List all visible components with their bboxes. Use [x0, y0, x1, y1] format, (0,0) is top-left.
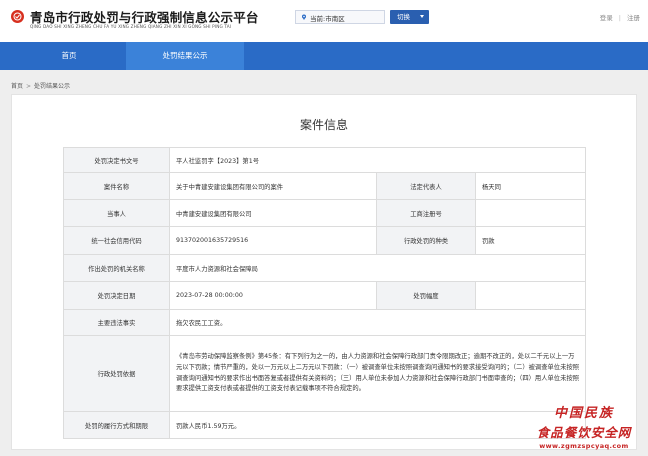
watermark-line2: 食品餐饮安全网: [536, 425, 632, 440]
table-row: 案件名称 关于中青建安建设集团有限公司的案件 法定代表人 杨天同: [63, 172, 587, 200]
penalty-type-label: 行政处罚的种类: [376, 226, 476, 255]
decision-date-value: 2023-07-28 00:00:00: [169, 281, 377, 310]
table-row: 行政处罚依据 《青岛市劳动保障监察条例》第45条：有下列行为之一的，由人力资源和…: [63, 335, 587, 412]
table-row: 处罚的履行方式和期限 罚款人民币1.59万元。: [63, 411, 587, 439]
case-info-table: 处罚决定书文号 平人社监罚字【2023】第1号 案件名称 关于中青建安建设集团有…: [63, 147, 587, 439]
location-display: 当前:市南区: [295, 10, 385, 24]
business-reg-value: [474, 199, 587, 227]
login-link[interactable]: 登录: [600, 14, 613, 22]
account-links: 登录 | 注册: [600, 12, 640, 22]
basis-value: 《青岛市劳动保障监察条例》第45条：有下列行为之一的，由人力资源和社会保障行政部…: [168, 335, 587, 412]
location-label: 当前:市南区: [310, 15, 345, 23]
case-info-card: 案件信息 处罚决定书文号 平人社监罚字【2023】第1号 案件名称 关于中青建安…: [11, 94, 637, 450]
site-logo-icon: [11, 10, 24, 23]
legal-rep-value: 杨天同: [474, 172, 587, 200]
nav-item-home[interactable]: 首页: [12, 42, 126, 70]
case-name-value: 关于中青建安建设集团有限公司的案件: [169, 172, 377, 200]
site-header: 青岛市行政处罚与行政强制信息公示平台 QING DAO SHI XING ZHE…: [0, 0, 648, 42]
basis-label: 行政处罚依据: [63, 335, 170, 412]
performance-label: 处罚的履行方式和期限: [63, 411, 170, 439]
table-row: 主要违法事实 拖欠农民工工资。: [63, 309, 587, 336]
table-row: 统一社会信用代码 913702001635729516 行政处罚的种类 罚款: [63, 226, 587, 255]
nav-item-penalty-results[interactable]: 处罚结果公示: [126, 42, 244, 70]
chevron-down-icon: [420, 15, 424, 18]
link-separator: |: [618, 14, 621, 22]
location-pin-icon: [302, 14, 306, 20]
breadcrumb-arrow-icon: >: [26, 83, 32, 90]
table-row: 处罚决定日期 2023-07-28 00:00:00 处罚幅度: [63, 281, 587, 310]
switch-location-button[interactable]: 切换: [390, 10, 429, 24]
breadcrumb: 首页 > 处罚结果公示: [11, 81, 70, 90]
legal-rep-label: 法定代表人: [376, 172, 476, 200]
penalty-type-value: 罚款: [474, 226, 587, 255]
authority-value: 平度市人力资源和社会保障局: [168, 254, 587, 282]
site-title-pinyin: QING DAO SHI XING ZHENG CHU FA YU XING Z…: [30, 24, 232, 29]
performance-value: 罚款人民币1.59万元。: [168, 411, 587, 439]
site-watermark: 中国民族 食品餐饮安全网 www.zgmzspcyaq.com: [528, 402, 640, 450]
table-row: 当事人 中青建安建设集团有限公司 工商注册号: [63, 199, 587, 227]
party-label: 当事人: [63, 199, 170, 227]
facts-value: 拖欠农民工工资。: [168, 309, 587, 336]
breadcrumb-current[interactable]: 处罚结果公示: [34, 83, 70, 90]
breadcrumb-home[interactable]: 首页: [11, 83, 23, 90]
case-info-title: 案件信息: [299, 118, 348, 132]
watermark-line1: 中国民族: [553, 406, 614, 421]
table-row: 处罚决定书文号 平人社监罚字【2023】第1号: [63, 147, 587, 173]
decision-no-label: 处罚决定书文号: [63, 147, 170, 173]
decision-date-label: 处罚决定日期: [63, 281, 170, 310]
authority-label: 作出处罚的机关名称: [63, 254, 170, 282]
business-reg-label: 工商注册号: [376, 199, 476, 227]
main-nav: 首页 处罚结果公示: [0, 42, 648, 70]
switch-label: 切换: [397, 13, 410, 21]
credit-code-value: 913702001635729516: [169, 226, 377, 255]
case-name-label: 案件名称: [63, 172, 170, 200]
watermark-url: www.zgmzspcyaq.com: [539, 442, 629, 450]
decision-no-value: 平人社监罚字【2023】第1号: [168, 147, 587, 173]
register-link[interactable]: 注册: [627, 14, 640, 22]
facts-label: 主要违法事实: [63, 309, 170, 336]
party-value: 中青建安建设集团有限公司: [169, 199, 377, 227]
penalty-range-value: [474, 281, 587, 310]
table-row: 作出处罚的机关名称 平度市人力资源和社会保障局: [63, 254, 587, 282]
penalty-range-label: 处罚幅度: [376, 281, 476, 310]
credit-code-label: 统一社会信用代码: [63, 226, 170, 255]
